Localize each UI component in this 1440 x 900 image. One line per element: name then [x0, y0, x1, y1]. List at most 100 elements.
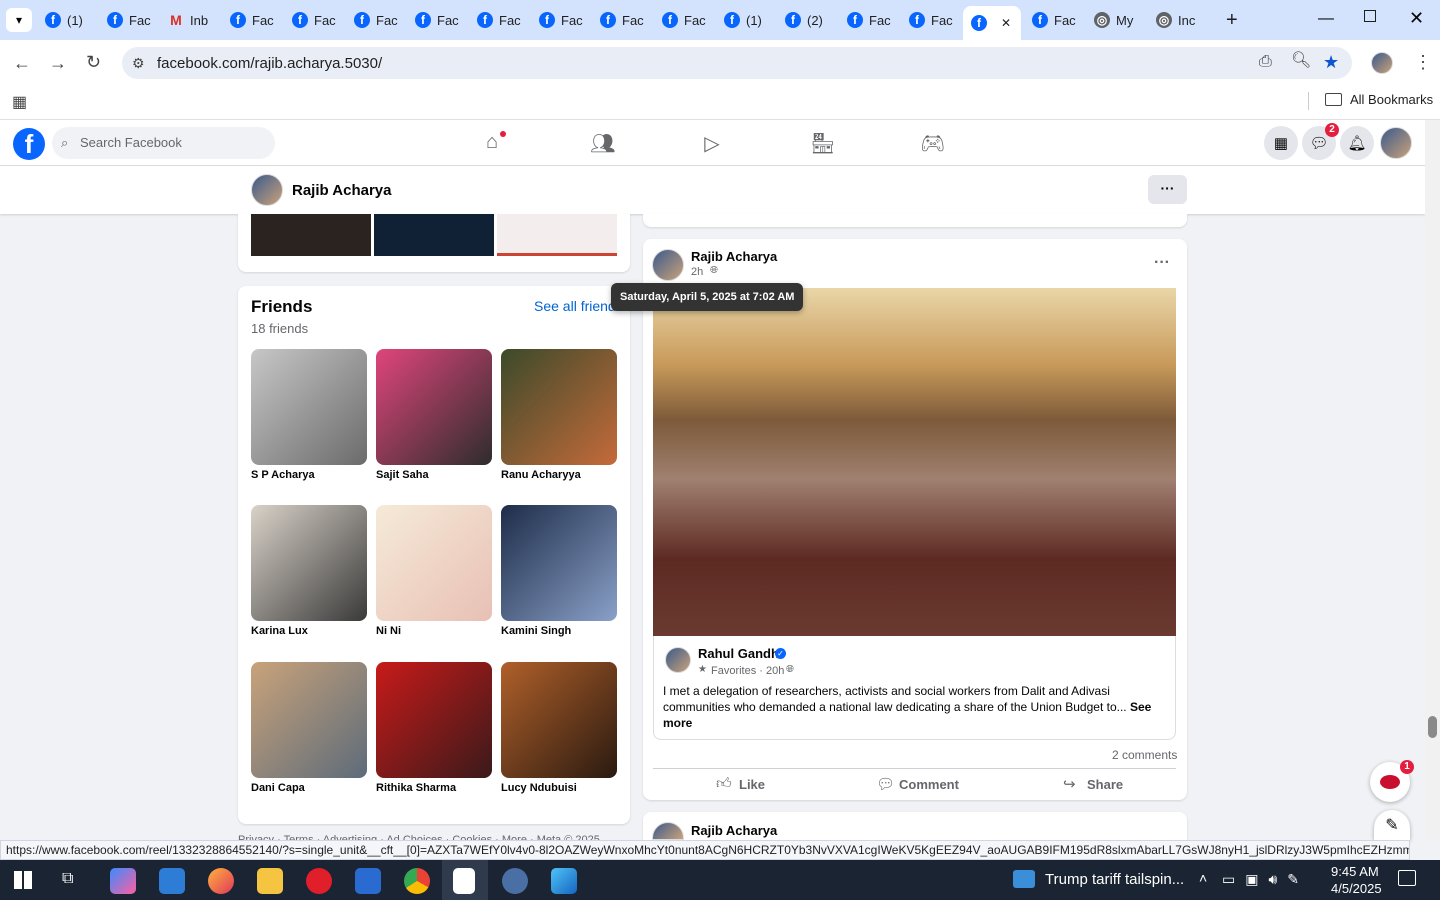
scrollbar-thumb[interactable] [1428, 716, 1437, 738]
facebook-search-input[interactable]: Search Facebook [52, 127, 275, 159]
post-author-avatar[interactable] [652, 249, 684, 281]
friends-title[interactable]: Friends [251, 297, 312, 317]
browser-tab[interactable]: f Fac [839, 6, 897, 34]
shared-author-avatar[interactable] [665, 647, 691, 673]
file-explorer-icon[interactable] [257, 868, 283, 894]
apps-grid-icon[interactable]: ▦ [12, 92, 27, 112]
see-all-friends-link[interactable]: See all friends [534, 298, 616, 314]
chrome-icon[interactable] [404, 868, 430, 894]
friend-photo[interactable] [251, 662, 367, 778]
photo-thumb[interactable] [251, 214, 371, 256]
browser-menu-icon[interactable]: ⋮ [1414, 53, 1432, 71]
back-arrow-icon[interactable]: ← [13, 54, 31, 72]
maximize-icon[interactable] [1364, 10, 1376, 22]
browser-tab[interactable]: M Inb [160, 6, 218, 34]
browser-tab[interactable]: f Fac [407, 6, 465, 34]
friend-name[interactable]: Kamini Singh [501, 625, 571, 637]
comments-count[interactable]: 2 comments [1112, 748, 1177, 762]
friend-photo[interactable] [251, 505, 367, 621]
friend-photo[interactable] [376, 662, 492, 778]
notepad-icon[interactable] [453, 868, 475, 894]
zoom-icon[interactable]: 🔍︎ [1291, 53, 1311, 69]
tray-chevron-icon[interactable]: ˄ [1199, 870, 1207, 886]
friend-name[interactable]: Dani Capa [251, 782, 305, 794]
install-app-icon[interactable]: ⎙ [1259, 54, 1272, 70]
copilot-icon[interactable] [110, 868, 136, 894]
browser-tab[interactable]: f (2) [777, 6, 835, 34]
browser-tab[interactable]: f Fac [901, 6, 959, 34]
browser-tab[interactable]: f Fac [284, 6, 342, 34]
friend-name[interactable]: Ranu Acharyya [501, 469, 581, 481]
profile-more-button[interactable]: ··· [1148, 175, 1187, 204]
photo-thumb[interactable] [374, 214, 494, 256]
action-center-icon[interactable] [1398, 870, 1416, 886]
friend-name[interactable]: S P Acharya [251, 469, 315, 481]
browser-tab[interactable]: f Fac [592, 6, 650, 34]
windows-start-icon[interactable] [14, 871, 32, 889]
post-more-icon[interactable]: ··· [1154, 254, 1170, 272]
close-window-icon[interactable]: ✕ [1409, 8, 1424, 29]
friends-icon[interactable]: 👥︎ [590, 131, 615, 155]
menu-grid-icon[interactable]: ▦ [1264, 126, 1298, 160]
browser-tab[interactable]: ◎ My [1086, 6, 1144, 34]
browser-tab[interactable]: ◎ Inc [1148, 6, 1206, 34]
browser-tab[interactable]: f Fac [99, 6, 157, 34]
friend-photo[interactable] [376, 349, 492, 465]
minimize-icon[interactable]: — [1318, 10, 1334, 28]
weather-news-icon[interactable] [1013, 870, 1035, 888]
clock-time[interactable]: 9:45 AM [1331, 864, 1379, 879]
share-button[interactable]: Share [1087, 777, 1123, 792]
friend-name[interactable]: Karina Lux [251, 625, 308, 637]
new-message-icon[interactable]: ✎ [1374, 810, 1410, 840]
app-icon[interactable] [159, 868, 185, 894]
browser-tab[interactable]: f Fac [654, 6, 712, 34]
media-app-icon[interactable] [502, 868, 528, 894]
post-photo[interactable] [653, 288, 1176, 636]
bookmark-star-icon[interactable]: ★ [1323, 53, 1339, 71]
account-avatar[interactable] [1380, 127, 1412, 159]
forward-arrow-icon[interactable]: → [49, 54, 67, 72]
browser-tab-active[interactable]: f ✕ [963, 6, 1021, 40]
next-post-author[interactable]: Rajib Acharya [691, 823, 777, 838]
browser-tab[interactable]: f (1) [716, 6, 774, 34]
photos-icon[interactable] [551, 868, 577, 894]
tab-search-button[interactable]: ▾ [6, 8, 32, 32]
browser-tab[interactable]: f Fac [222, 6, 280, 34]
friend-photo[interactable] [501, 349, 617, 465]
friend-name[interactable]: Lucy Ndubuisi [501, 782, 577, 794]
facebook-logo-icon[interactable]: f [13, 128, 45, 160]
friend-name[interactable]: Rithika Sharma [376, 782, 456, 794]
url-text[interactable]: facebook.com/rajib.acharya.5030/ [157, 55, 382, 72]
close-tab-icon[interactable]: ✕ [1001, 16, 1011, 30]
notifications-bell-icon[interactable]: 🔔︎ [1340, 126, 1374, 160]
browser-profile-avatar[interactable] [1371, 52, 1393, 74]
site-info-icon[interactable]: ⚙ [132, 55, 145, 72]
post-author-name[interactable]: Rajib Acharya [691, 249, 777, 264]
friend-photo[interactable] [251, 349, 367, 465]
video-icon[interactable]: ▷ [700, 131, 724, 155]
comment-button[interactable]: Comment [899, 777, 959, 792]
browser-tab[interactable]: f Fac [469, 6, 527, 34]
browser-tab[interactable]: f Fac [346, 6, 404, 34]
reload-icon[interactable]: ↻ [86, 53, 101, 71]
tray-icons[interactable]: ▭▣🔊︎✎ [1222, 871, 1309, 888]
new-tab-plus-icon[interactable]: + [1226, 9, 1238, 32]
post-time[interactable]: 2h [691, 266, 703, 278]
profile-name[interactable]: Rajib Acharya [292, 182, 392, 199]
friend-photo[interactable] [501, 505, 617, 621]
friend-name[interactable]: Ni Ni [376, 625, 401, 637]
browser-tab[interactable]: f Fac [531, 6, 589, 34]
firefox-icon[interactable] [208, 868, 234, 894]
like-button[interactable]: Like [739, 777, 765, 792]
gaming-icon[interactable]: 🎮︎ [920, 131, 945, 155]
browser-tab[interactable]: f Fac [1024, 6, 1082, 34]
friend-name[interactable]: Sajit Saha [376, 469, 429, 481]
all-bookmarks-link[interactable]: All Bookmarks [1350, 92, 1433, 107]
profile-avatar[interactable] [251, 174, 283, 206]
friend-photo[interactable] [501, 662, 617, 778]
store-icon[interactable] [355, 868, 381, 894]
opera-icon[interactable] [306, 868, 332, 894]
clock-date[interactable]: 4/5/2025 [1331, 881, 1382, 896]
friend-photo[interactable] [376, 505, 492, 621]
photo-thumb[interactable] [497, 214, 617, 256]
